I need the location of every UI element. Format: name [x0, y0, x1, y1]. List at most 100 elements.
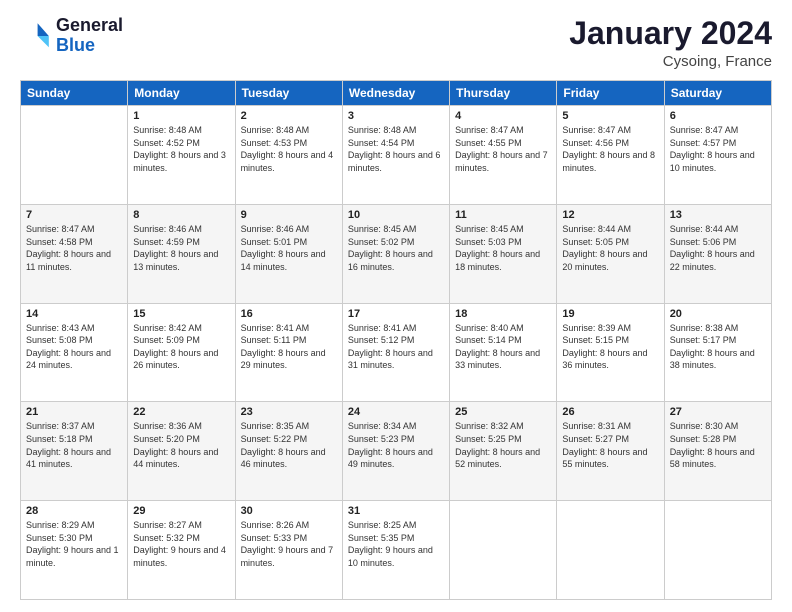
table-row: 8 Sunrise: 8:46 AM Sunset: 4:59 PM Dayli…: [128, 204, 235, 303]
calendar-table: Sunday Monday Tuesday Wednesday Thursday…: [20, 80, 772, 600]
title-block: January 2024 Cysoing, France: [569, 16, 772, 70]
daylight-text: Daylight: 8 hours and 24 minutes.: [26, 348, 111, 371]
daylight-text: Daylight: 9 hours and 7 minutes.: [241, 545, 334, 568]
sunset-text: Sunset: 5:09 PM: [133, 335, 200, 345]
sunrise-text: Sunrise: 8:26 AM: [241, 520, 310, 530]
day-number: 7: [26, 209, 122, 221]
table-row: 18 Sunrise: 8:40 AM Sunset: 5:14 PM Dayl…: [450, 303, 557, 402]
day-info: Sunrise: 8:41 AM Sunset: 5:12 PM Dayligh…: [348, 322, 444, 372]
day-info: Sunrise: 8:39 AM Sunset: 5:15 PM Dayligh…: [562, 322, 658, 372]
sunset-text: Sunset: 5:28 PM: [670, 434, 737, 444]
day-info: Sunrise: 8:32 AM Sunset: 5:25 PM Dayligh…: [455, 420, 551, 470]
week-row-2: 14 Sunrise: 8:43 AM Sunset: 5:08 PM Dayl…: [21, 303, 772, 402]
sunset-text: Sunset: 4:53 PM: [241, 138, 308, 148]
sunset-text: Sunset: 5:20 PM: [133, 434, 200, 444]
sunrise-text: Sunrise: 8:44 AM: [670, 224, 739, 234]
sunrise-text: Sunrise: 8:47 AM: [562, 125, 631, 135]
day-info: Sunrise: 8:35 AM Sunset: 5:22 PM Dayligh…: [241, 420, 337, 470]
logo-line1: General: [56, 16, 123, 36]
daylight-text: Daylight: 9 hours and 10 minutes.: [348, 545, 433, 568]
day-number: 22: [133, 406, 229, 418]
daylight-text: Daylight: 8 hours and 20 minutes.: [562, 249, 647, 272]
table-row: 9 Sunrise: 8:46 AM Sunset: 5:01 PM Dayli…: [235, 204, 342, 303]
col-wednesday: Wednesday: [342, 81, 449, 106]
daylight-text: Daylight: 8 hours and 55 minutes.: [562, 447, 647, 470]
day-number: 31: [348, 505, 444, 517]
day-info: Sunrise: 8:44 AM Sunset: 5:05 PM Dayligh…: [562, 223, 658, 273]
week-row-3: 21 Sunrise: 8:37 AM Sunset: 5:18 PM Dayl…: [21, 402, 772, 501]
table-row: 15 Sunrise: 8:42 AM Sunset: 5:09 PM Dayl…: [128, 303, 235, 402]
day-number: 26: [562, 406, 658, 418]
daylight-text: Daylight: 8 hours and 46 minutes.: [241, 447, 326, 470]
table-row: 21 Sunrise: 8:37 AM Sunset: 5:18 PM Dayl…: [21, 402, 128, 501]
sunrise-text: Sunrise: 8:34 AM: [348, 421, 417, 431]
col-sunday: Sunday: [21, 81, 128, 106]
week-row-1: 7 Sunrise: 8:47 AM Sunset: 4:58 PM Dayli…: [21, 204, 772, 303]
sunrise-text: Sunrise: 8:45 AM: [455, 224, 524, 234]
daylight-text: Daylight: 8 hours and 13 minutes.: [133, 249, 218, 272]
day-info: Sunrise: 8:37 AM Sunset: 5:18 PM Dayligh…: [26, 420, 122, 470]
day-number: 18: [455, 308, 551, 320]
daylight-text: Daylight: 8 hours and 26 minutes.: [133, 348, 218, 371]
day-number: 24: [348, 406, 444, 418]
daylight-text: Daylight: 8 hours and 6 minutes.: [348, 150, 441, 173]
table-row: 10 Sunrise: 8:45 AM Sunset: 5:02 PM Dayl…: [342, 204, 449, 303]
day-number: 8: [133, 209, 229, 221]
daylight-text: Daylight: 8 hours and 38 minutes.: [670, 348, 755, 371]
table-row: 5 Sunrise: 8:47 AM Sunset: 4:56 PM Dayli…: [557, 106, 664, 205]
table-row: 28 Sunrise: 8:29 AM Sunset: 5:30 PM Dayl…: [21, 501, 128, 600]
table-row: 12 Sunrise: 8:44 AM Sunset: 5:05 PM Dayl…: [557, 204, 664, 303]
table-row: 27 Sunrise: 8:30 AM Sunset: 5:28 PM Dayl…: [664, 402, 771, 501]
sunset-text: Sunset: 5:01 PM: [241, 237, 308, 247]
sunset-text: Sunset: 5:14 PM: [455, 335, 522, 345]
day-info: Sunrise: 8:48 AM Sunset: 4:52 PM Dayligh…: [133, 124, 229, 174]
day-info: Sunrise: 8:47 AM Sunset: 4:58 PM Dayligh…: [26, 223, 122, 273]
daylight-text: Daylight: 8 hours and 4 minutes.: [241, 150, 334, 173]
sunrise-text: Sunrise: 8:25 AM: [348, 520, 417, 530]
col-friday: Friday: [557, 81, 664, 106]
sunset-text: Sunset: 5:15 PM: [562, 335, 629, 345]
sunset-text: Sunset: 5:33 PM: [241, 533, 308, 543]
day-number: 13: [670, 209, 766, 221]
sunrise-text: Sunrise: 8:36 AM: [133, 421, 202, 431]
daylight-text: Daylight: 9 hours and 4 minutes.: [133, 545, 226, 568]
day-number: 6: [670, 110, 766, 122]
day-info: Sunrise: 8:25 AM Sunset: 5:35 PM Dayligh…: [348, 519, 444, 569]
day-info: Sunrise: 8:38 AM Sunset: 5:17 PM Dayligh…: [670, 322, 766, 372]
day-number: 28: [26, 505, 122, 517]
logo-icon: [20, 20, 52, 52]
sunrise-text: Sunrise: 8:48 AM: [133, 125, 202, 135]
day-number: 5: [562, 110, 658, 122]
sunset-text: Sunset: 4:59 PM: [133, 237, 200, 247]
day-info: Sunrise: 8:46 AM Sunset: 4:59 PM Dayligh…: [133, 223, 229, 273]
table-row: 13 Sunrise: 8:44 AM Sunset: 5:06 PM Dayl…: [664, 204, 771, 303]
sunset-text: Sunset: 4:52 PM: [133, 138, 200, 148]
day-info: Sunrise: 8:46 AM Sunset: 5:01 PM Dayligh…: [241, 223, 337, 273]
table-row: [450, 501, 557, 600]
daylight-text: Daylight: 8 hours and 58 minutes.: [670, 447, 755, 470]
daylight-text: Daylight: 8 hours and 16 minutes.: [348, 249, 433, 272]
daylight-text: Daylight: 8 hours and 49 minutes.: [348, 447, 433, 470]
day-info: Sunrise: 8:47 AM Sunset: 4:55 PM Dayligh…: [455, 124, 551, 174]
sunset-text: Sunset: 5:11 PM: [241, 335, 307, 345]
sunrise-text: Sunrise: 8:47 AM: [26, 224, 95, 234]
day-number: 14: [26, 308, 122, 320]
sunrise-text: Sunrise: 8:41 AM: [348, 323, 417, 333]
sunset-text: Sunset: 5:30 PM: [26, 533, 93, 543]
sunrise-text: Sunrise: 8:35 AM: [241, 421, 310, 431]
daylight-text: Daylight: 8 hours and 33 minutes.: [455, 348, 540, 371]
logo-line2: Blue: [56, 36, 123, 56]
day-info: Sunrise: 8:41 AM Sunset: 5:11 PM Dayligh…: [241, 322, 337, 372]
table-row: 4 Sunrise: 8:47 AM Sunset: 4:55 PM Dayli…: [450, 106, 557, 205]
day-info: Sunrise: 8:36 AM Sunset: 5:20 PM Dayligh…: [133, 420, 229, 470]
table-row: 24 Sunrise: 8:34 AM Sunset: 5:23 PM Dayl…: [342, 402, 449, 501]
sunrise-text: Sunrise: 8:44 AM: [562, 224, 631, 234]
sunset-text: Sunset: 5:17 PM: [670, 335, 737, 345]
daylight-text: Daylight: 8 hours and 10 minutes.: [670, 150, 755, 173]
table-row: 22 Sunrise: 8:36 AM Sunset: 5:20 PM Dayl…: [128, 402, 235, 501]
daylight-text: Daylight: 8 hours and 7 minutes.: [455, 150, 548, 173]
logo: General Blue: [20, 16, 123, 56]
day-info: Sunrise: 8:27 AM Sunset: 5:32 PM Dayligh…: [133, 519, 229, 569]
daylight-text: Daylight: 8 hours and 41 minutes.: [26, 447, 111, 470]
day-number: 20: [670, 308, 766, 320]
